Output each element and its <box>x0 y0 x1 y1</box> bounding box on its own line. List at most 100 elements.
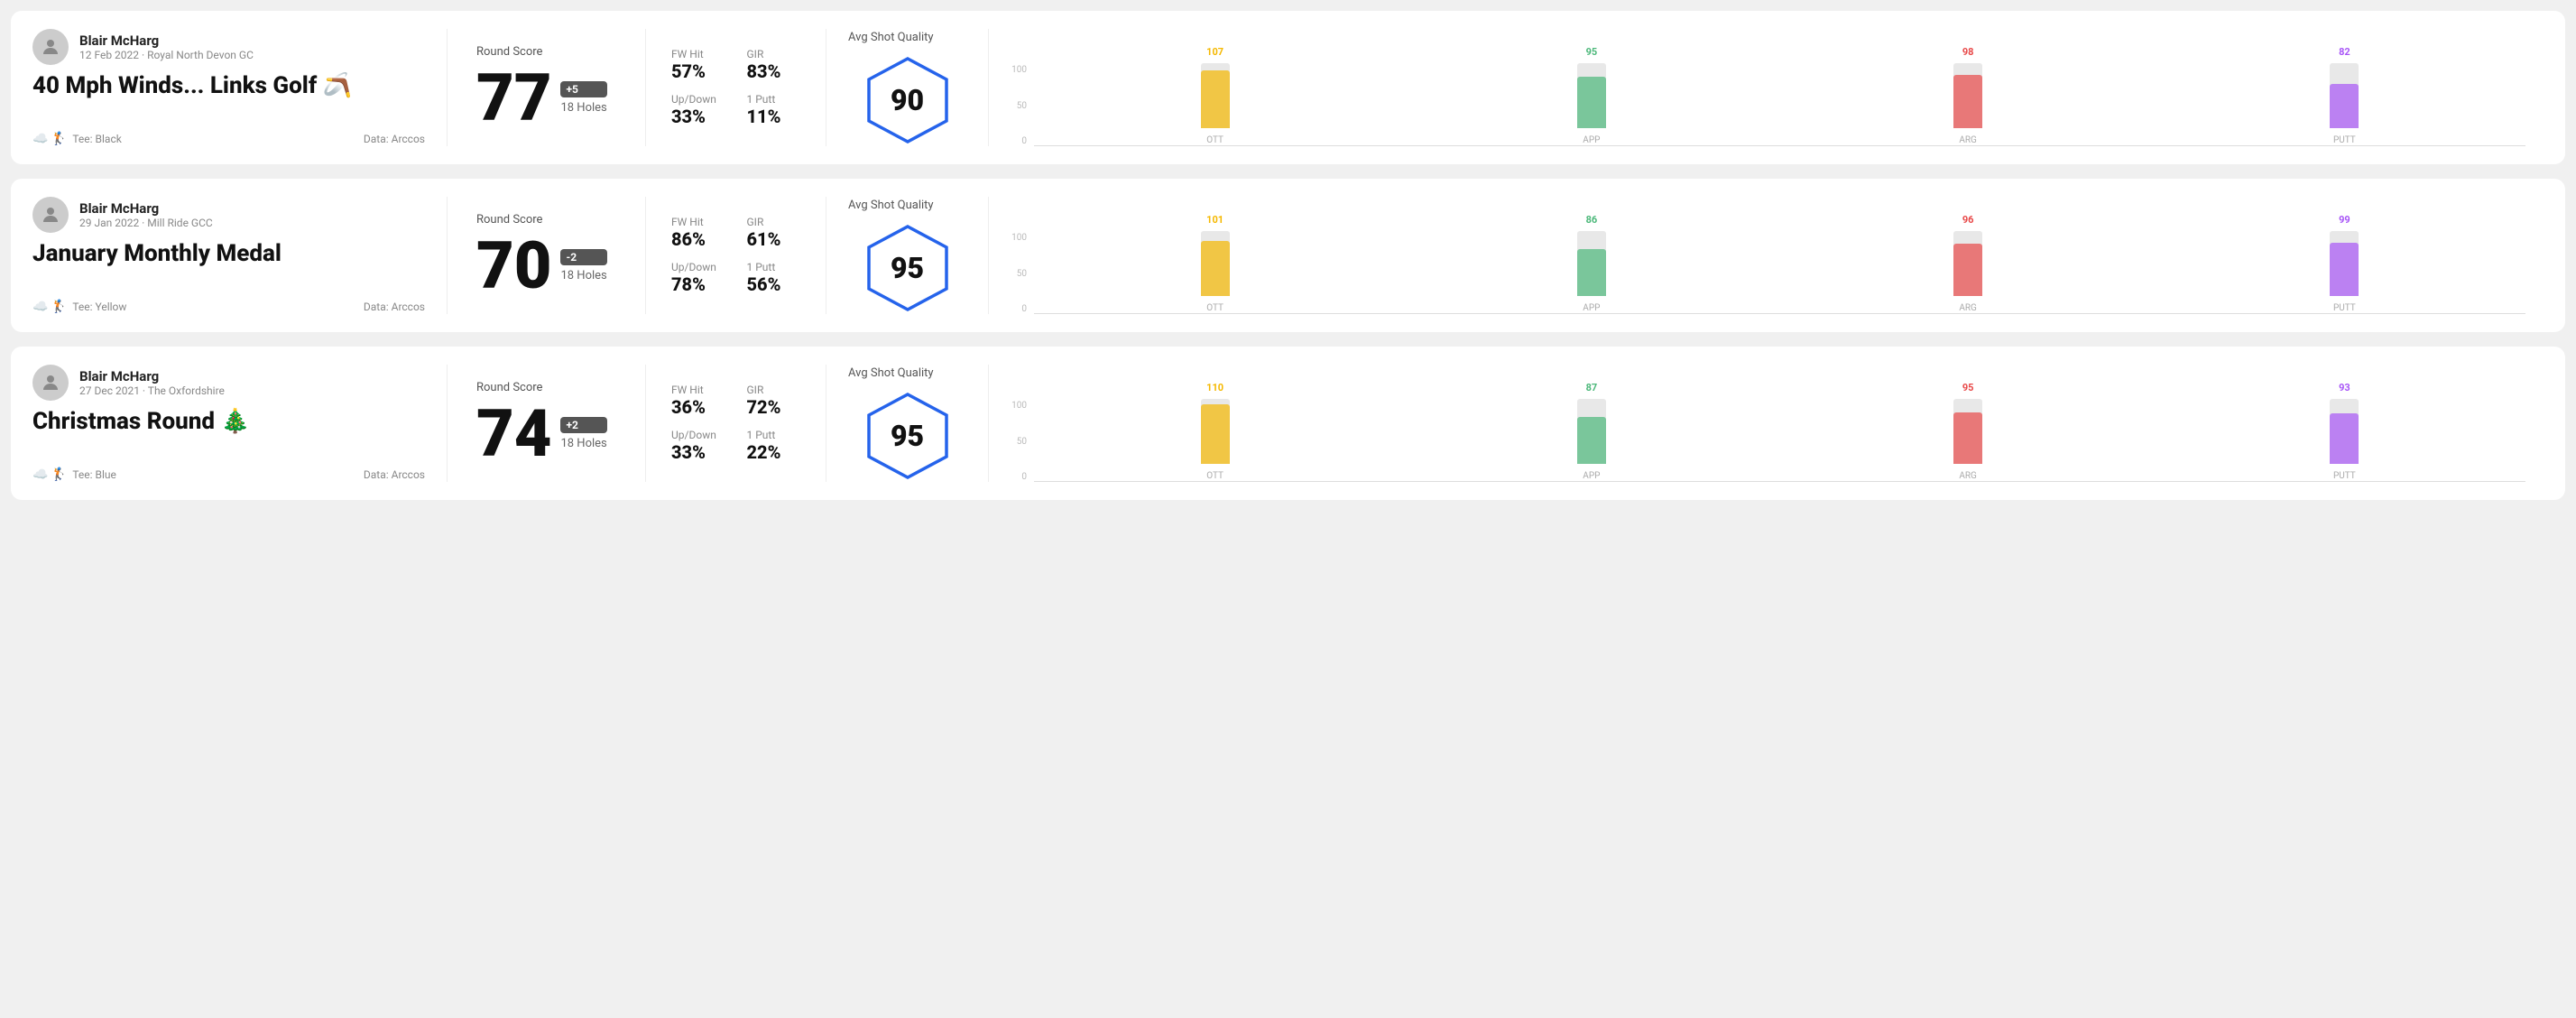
bar-label-arg: ARG <box>1959 135 1977 145</box>
score-row-1: 77 +5 18 Holes <box>476 66 616 131</box>
oneputt-stat-2: 1 Putt 56% <box>747 261 801 295</box>
bar-value-app: 86 <box>1586 214 1598 226</box>
bar-label-ott: OTT <box>1206 303 1223 313</box>
hexagon-quality: 95 <box>863 223 953 313</box>
bar-value-arg: 96 <box>1962 214 1974 226</box>
bar-fill-arg <box>1953 244 1982 296</box>
round-score-label-3: Round Score <box>476 381 616 394</box>
round-card-1: Blair McHarg 12 Feb 2022 · Royal North D… <box>11 11 2565 164</box>
quality-label-2: Avg Shot Quality <box>848 199 934 212</box>
quality-section-3: Avg Shot Quality 95 <box>826 365 989 482</box>
bar-fill-app <box>1577 417 1606 464</box>
y-axis: 100 50 0 <box>1007 401 1027 482</box>
tee-label-1: Tee: Black <box>72 133 121 145</box>
footer-info-2: ☁️ 🏌️ Tee: Yellow Data: Arccos <box>32 300 425 314</box>
updown-label-1: Up/Down <box>671 93 725 106</box>
bar-fill-app <box>1577 77 1606 128</box>
bars-area: 101 OTT 86 APP 96 ARG <box>1034 214 2525 314</box>
bar-label-putt: PUTT <box>2333 135 2356 145</box>
updown-stat-1: Up/Down 33% <box>671 93 725 127</box>
fw-hit-stat-1: FW Hit 57% <box>671 48 725 82</box>
user-header-2: Blair McHarg 29 Jan 2022 · Mill Ride GCC <box>32 197 425 233</box>
bar-label-arg: ARG <box>1959 303 1977 313</box>
bar-value-ott: 107 <box>1206 46 1223 58</box>
score-badge-1: +5 <box>560 81 606 97</box>
quality-score: 95 <box>891 419 924 453</box>
hexagon-quality: 90 <box>863 55 953 145</box>
bar-value-putt: 82 <box>2339 46 2350 58</box>
oneputt-label-3: 1 Putt <box>747 429 801 441</box>
weather-icon-2: ☁️ 🏌️ <box>32 300 67 314</box>
bar-bg-putt <box>2330 399 2359 464</box>
bar-fill-arg <box>1953 412 1982 464</box>
bar-fill-app <box>1577 249 1606 296</box>
avatar-2 <box>32 197 69 233</box>
holes-label-1: 18 Holes <box>560 101 606 115</box>
oneputt-value-2: 56% <box>747 273 801 295</box>
user-meta-3: 27 Dec 2021 · The Oxfordshire <box>79 384 225 397</box>
score-section-3: Round Score 74 +2 18 Holes <box>448 365 646 482</box>
holes-label-3: 18 Holes <box>560 437 606 450</box>
gir-value-2: 61% <box>747 228 801 250</box>
data-source-2: Data: Arccos <box>364 301 425 313</box>
bar-bg-ott <box>1201 231 1230 296</box>
updown-stat-2: Up/Down 78% <box>671 261 725 295</box>
bar-bg-app <box>1577 231 1606 296</box>
chart-section-1: 100 50 0 107 OTT 95 APP <box>989 29 2544 146</box>
fw-hit-value-1: 57% <box>671 60 725 82</box>
footer-info-3: ☁️ 🏌️ Tee: Blue Data: Arccos <box>32 467 425 482</box>
round-score-label-1: Round Score <box>476 45 616 59</box>
fw-hit-label-3: FW Hit <box>671 384 725 396</box>
fw-hit-stat-3: FW Hit 36% <box>671 384 725 418</box>
fw-hit-stat-2: FW Hit 86% <box>671 216 725 250</box>
bar-fill-putt <box>2330 413 2359 464</box>
bar-bg-arg <box>1953 63 1982 128</box>
fw-hit-value-3: 36% <box>671 396 725 418</box>
bar-column-app: 86 APP <box>1410 214 1772 313</box>
user-name-1: Blair McHarg <box>79 32 254 49</box>
bar-bg-arg <box>1953 231 1982 296</box>
tee-info-1: ☁️ 🏌️ Tee: Black <box>32 132 122 146</box>
chart-section-2: 100 50 0 101 OTT 86 APP <box>989 197 2544 314</box>
bar-fill-ott <box>1201 70 1230 128</box>
stats-grid-1: FW Hit 57% GIR 83% Up/Down 33% 1 Putt 11… <box>671 48 800 127</box>
gir-label-1: GIR <box>747 48 801 60</box>
bar-label-putt: PUTT <box>2333 303 2356 313</box>
score-badge-3: +2 <box>560 417 606 433</box>
holes-label-2: 18 Holes <box>560 269 606 282</box>
bar-fill-putt <box>2330 243 2359 296</box>
tee-info-3: ☁️ 🏌️ Tee: Blue <box>32 467 116 482</box>
score-details-1: +5 18 Holes <box>560 81 606 115</box>
bar-label-ott: OTT <box>1206 135 1223 145</box>
tee-label-3: Tee: Blue <box>72 468 116 481</box>
round-left-2: Blair McHarg 29 Jan 2022 · Mill Ride GCC… <box>32 197 448 314</box>
score-details-2: -2 18 Holes <box>560 249 606 282</box>
round-left-1: Blair McHarg 12 Feb 2022 · Royal North D… <box>32 29 448 146</box>
fw-hit-label-2: FW Hit <box>671 216 725 228</box>
weather-icon-3: ☁️ 🏌️ <box>32 467 67 482</box>
round-title-1: 40 Mph Winds... Links Golf 🪃 <box>32 72 425 99</box>
oneputt-stat-3: 1 Putt 22% <box>747 429 801 463</box>
bar-value-putt: 99 <box>2339 214 2350 226</box>
bar-value-app: 87 <box>1586 382 1598 393</box>
user-info-2: Blair McHarg 29 Jan 2022 · Mill Ride GCC <box>79 200 213 229</box>
round-title-3: Christmas Round 🎄 <box>32 408 425 435</box>
bar-label-app: APP <box>1583 135 1600 145</box>
bar-column-arg: 98 ARG <box>1787 46 2149 145</box>
avatar-3 <box>32 365 69 401</box>
round-score-label-2: Round Score <box>476 213 616 227</box>
bar-column-putt: 93 PUTT <box>2164 382 2525 481</box>
stats-section-1: FW Hit 57% GIR 83% Up/Down 33% 1 Putt 11… <box>646 29 826 146</box>
score-row-2: 70 -2 18 Holes <box>476 234 616 299</box>
bar-fill-arg <box>1953 75 1982 128</box>
bar-bg-app <box>1577 63 1606 128</box>
bar-fill-ott <box>1201 241 1230 296</box>
updown-label-2: Up/Down <box>671 261 725 273</box>
bar-column-putt: 99 PUTT <box>2164 214 2525 313</box>
bar-column-app: 87 APP <box>1410 382 1772 481</box>
gir-label-3: GIR <box>747 384 801 396</box>
tee-info-2: ☁️ 🏌️ Tee: Yellow <box>32 300 126 314</box>
gir-label-2: GIR <box>747 216 801 228</box>
score-section-1: Round Score 77 +5 18 Holes <box>448 29 646 146</box>
bar-label-putt: PUTT <box>2333 471 2356 481</box>
